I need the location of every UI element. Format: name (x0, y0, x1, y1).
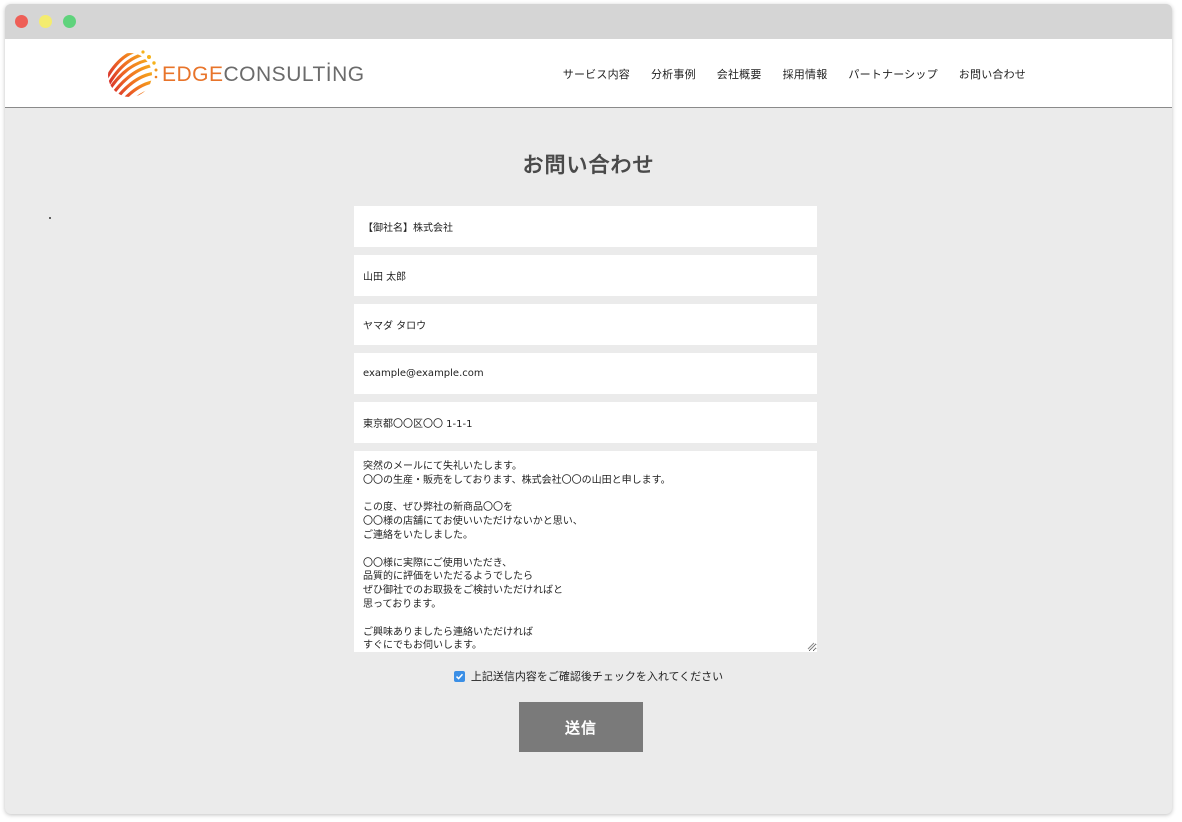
window-titlebar (5, 4, 1172, 39)
decorative-dot (49, 217, 51, 219)
checkmark-icon (455, 673, 463, 680)
brand-wordmark: EDGECONSULTİNG (162, 63, 365, 87)
site-header: EDGECONSULTİNG サービス内容 分析事例 会社概要 採用情報 パート… (5, 39, 1172, 108)
brand-name-part1: EDGE (162, 63, 224, 86)
message-line: ぜひ御社でのお取扱をご検討いただければと (363, 585, 563, 597)
message-line: 〇〇様に実際にご使用いただき、 (363, 557, 513, 569)
minimize-window-button[interactable] (39, 15, 52, 28)
message-line: ご連絡をいたしました。 (363, 529, 473, 541)
maximize-window-button[interactable] (63, 15, 76, 28)
message-line (363, 612, 808, 626)
consent-text: 上記送信内容をご確認後チェックを入れてください (470, 670, 724, 683)
message-line: 〇〇様の店舗にてお使いいただけないかと思い、 (363, 516, 583, 528)
message-line: ご興味ありましたら連絡いただければ (363, 626, 533, 638)
email-input[interactable] (354, 353, 817, 394)
submit-button[interactable]: 送信 (519, 702, 643, 752)
consent-label[interactable]: 上記送信内容をご確認後チェックを入れてください (453, 668, 724, 684)
nav-item-contact[interactable]: お問い合わせ (959, 66, 1026, 82)
nav-item-company[interactable]: 会社概要 (717, 66, 762, 82)
message-line (363, 488, 808, 502)
message-line (363, 543, 808, 557)
full-name-input[interactable] (354, 255, 817, 296)
brand-name-part2: CONSULTİNG (223, 63, 365, 86)
message-line: この度、ぜひ弊社の新商品〇〇を (363, 502, 513, 514)
address-input[interactable] (354, 402, 817, 443)
nav-item-services[interactable]: サービス内容 (563, 66, 630, 82)
striped-sphere-icon (108, 50, 158, 97)
nav-item-recruit[interactable]: 採用情報 (783, 66, 828, 82)
message-textarea[interactable]: 突然のメールにて失礼いたします。 〇〇の生産・販売をしております、株式会社〇〇の… (354, 451, 817, 652)
nav-item-case-studies[interactable]: 分析事例 (651, 66, 696, 82)
message-line: 突然のメールにて失礼いたします。 (363, 461, 522, 472)
resize-grip-icon[interactable] (807, 642, 815, 650)
name-kana-input[interactable] (354, 304, 817, 345)
brand-logo[interactable]: EDGECONSULTİNG (105, 47, 375, 101)
message-line: 品質的に評価をいただるようでしたら (363, 571, 533, 583)
company-name-input[interactable] (354, 206, 817, 247)
message-line: すぐにでもお伺いします。 (363, 640, 482, 652)
close-window-button[interactable] (15, 15, 28, 28)
page-title: お問い合わせ (522, 153, 655, 177)
nav-item-partnership[interactable]: パートナーシップ (848, 66, 937, 82)
browser-window: EDGECONSULTİNG サービス内容 分析事例 会社概要 採用情報 パート… (5, 4, 1172, 814)
main-nav: サービス内容 分析事例 会社概要 採用情報 パートナーシップ お問い合わせ (563, 66, 1026, 82)
message-line: 思っております。 (363, 598, 442, 610)
consent-checkbox[interactable] (453, 670, 465, 682)
consent-row: 上記送信内容をご確認後チェックを入れてください (5, 668, 1172, 684)
message-line: 〇〇の生産・販売をしております、株式会社〇〇の山田と申します。 (363, 474, 671, 486)
